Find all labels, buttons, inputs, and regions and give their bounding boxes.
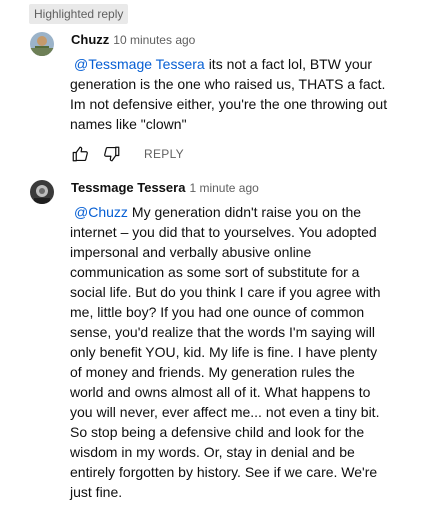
thumbs-up-icon[interactable]	[70, 144, 90, 164]
timestamp[interactable]: 10 minutes ago	[113, 33, 195, 47]
comment-header: Tessmage Tessera 1 minute ago	[71, 180, 259, 196]
comment-actions: REPLY	[70, 144, 184, 164]
comment-text: @Tessmage Tessera its not a fact lol, BTW…	[70, 54, 390, 134]
comment-text: @Chuzz My generation didn't raise you on …	[70, 202, 390, 502]
timestamp[interactable]: 1 minute ago	[189, 181, 258, 195]
avatar-image	[30, 180, 54, 204]
avatar-chuzz[interactable]	[30, 32, 54, 56]
comment-body: My generation didn't raise you on the in…	[70, 204, 381, 500]
avatar-tessmage[interactable]	[30, 180, 54, 204]
comment-header: Chuzz 10 minutes ago	[71, 32, 195, 48]
author-name[interactable]: Chuzz	[71, 32, 109, 47]
thumbs-down-icon[interactable]	[102, 144, 122, 164]
highlighted-reply-badge: Highlighted reply	[29, 4, 129, 24]
reply-button[interactable]: REPLY	[144, 147, 184, 161]
avatar-image	[30, 32, 54, 56]
mention-link[interactable]: @Tessmage Tessera	[74, 56, 205, 72]
mention-link[interactable]: @Chuzz	[74, 204, 128, 220]
author-name[interactable]: Tessmage Tessera	[71, 180, 185, 195]
